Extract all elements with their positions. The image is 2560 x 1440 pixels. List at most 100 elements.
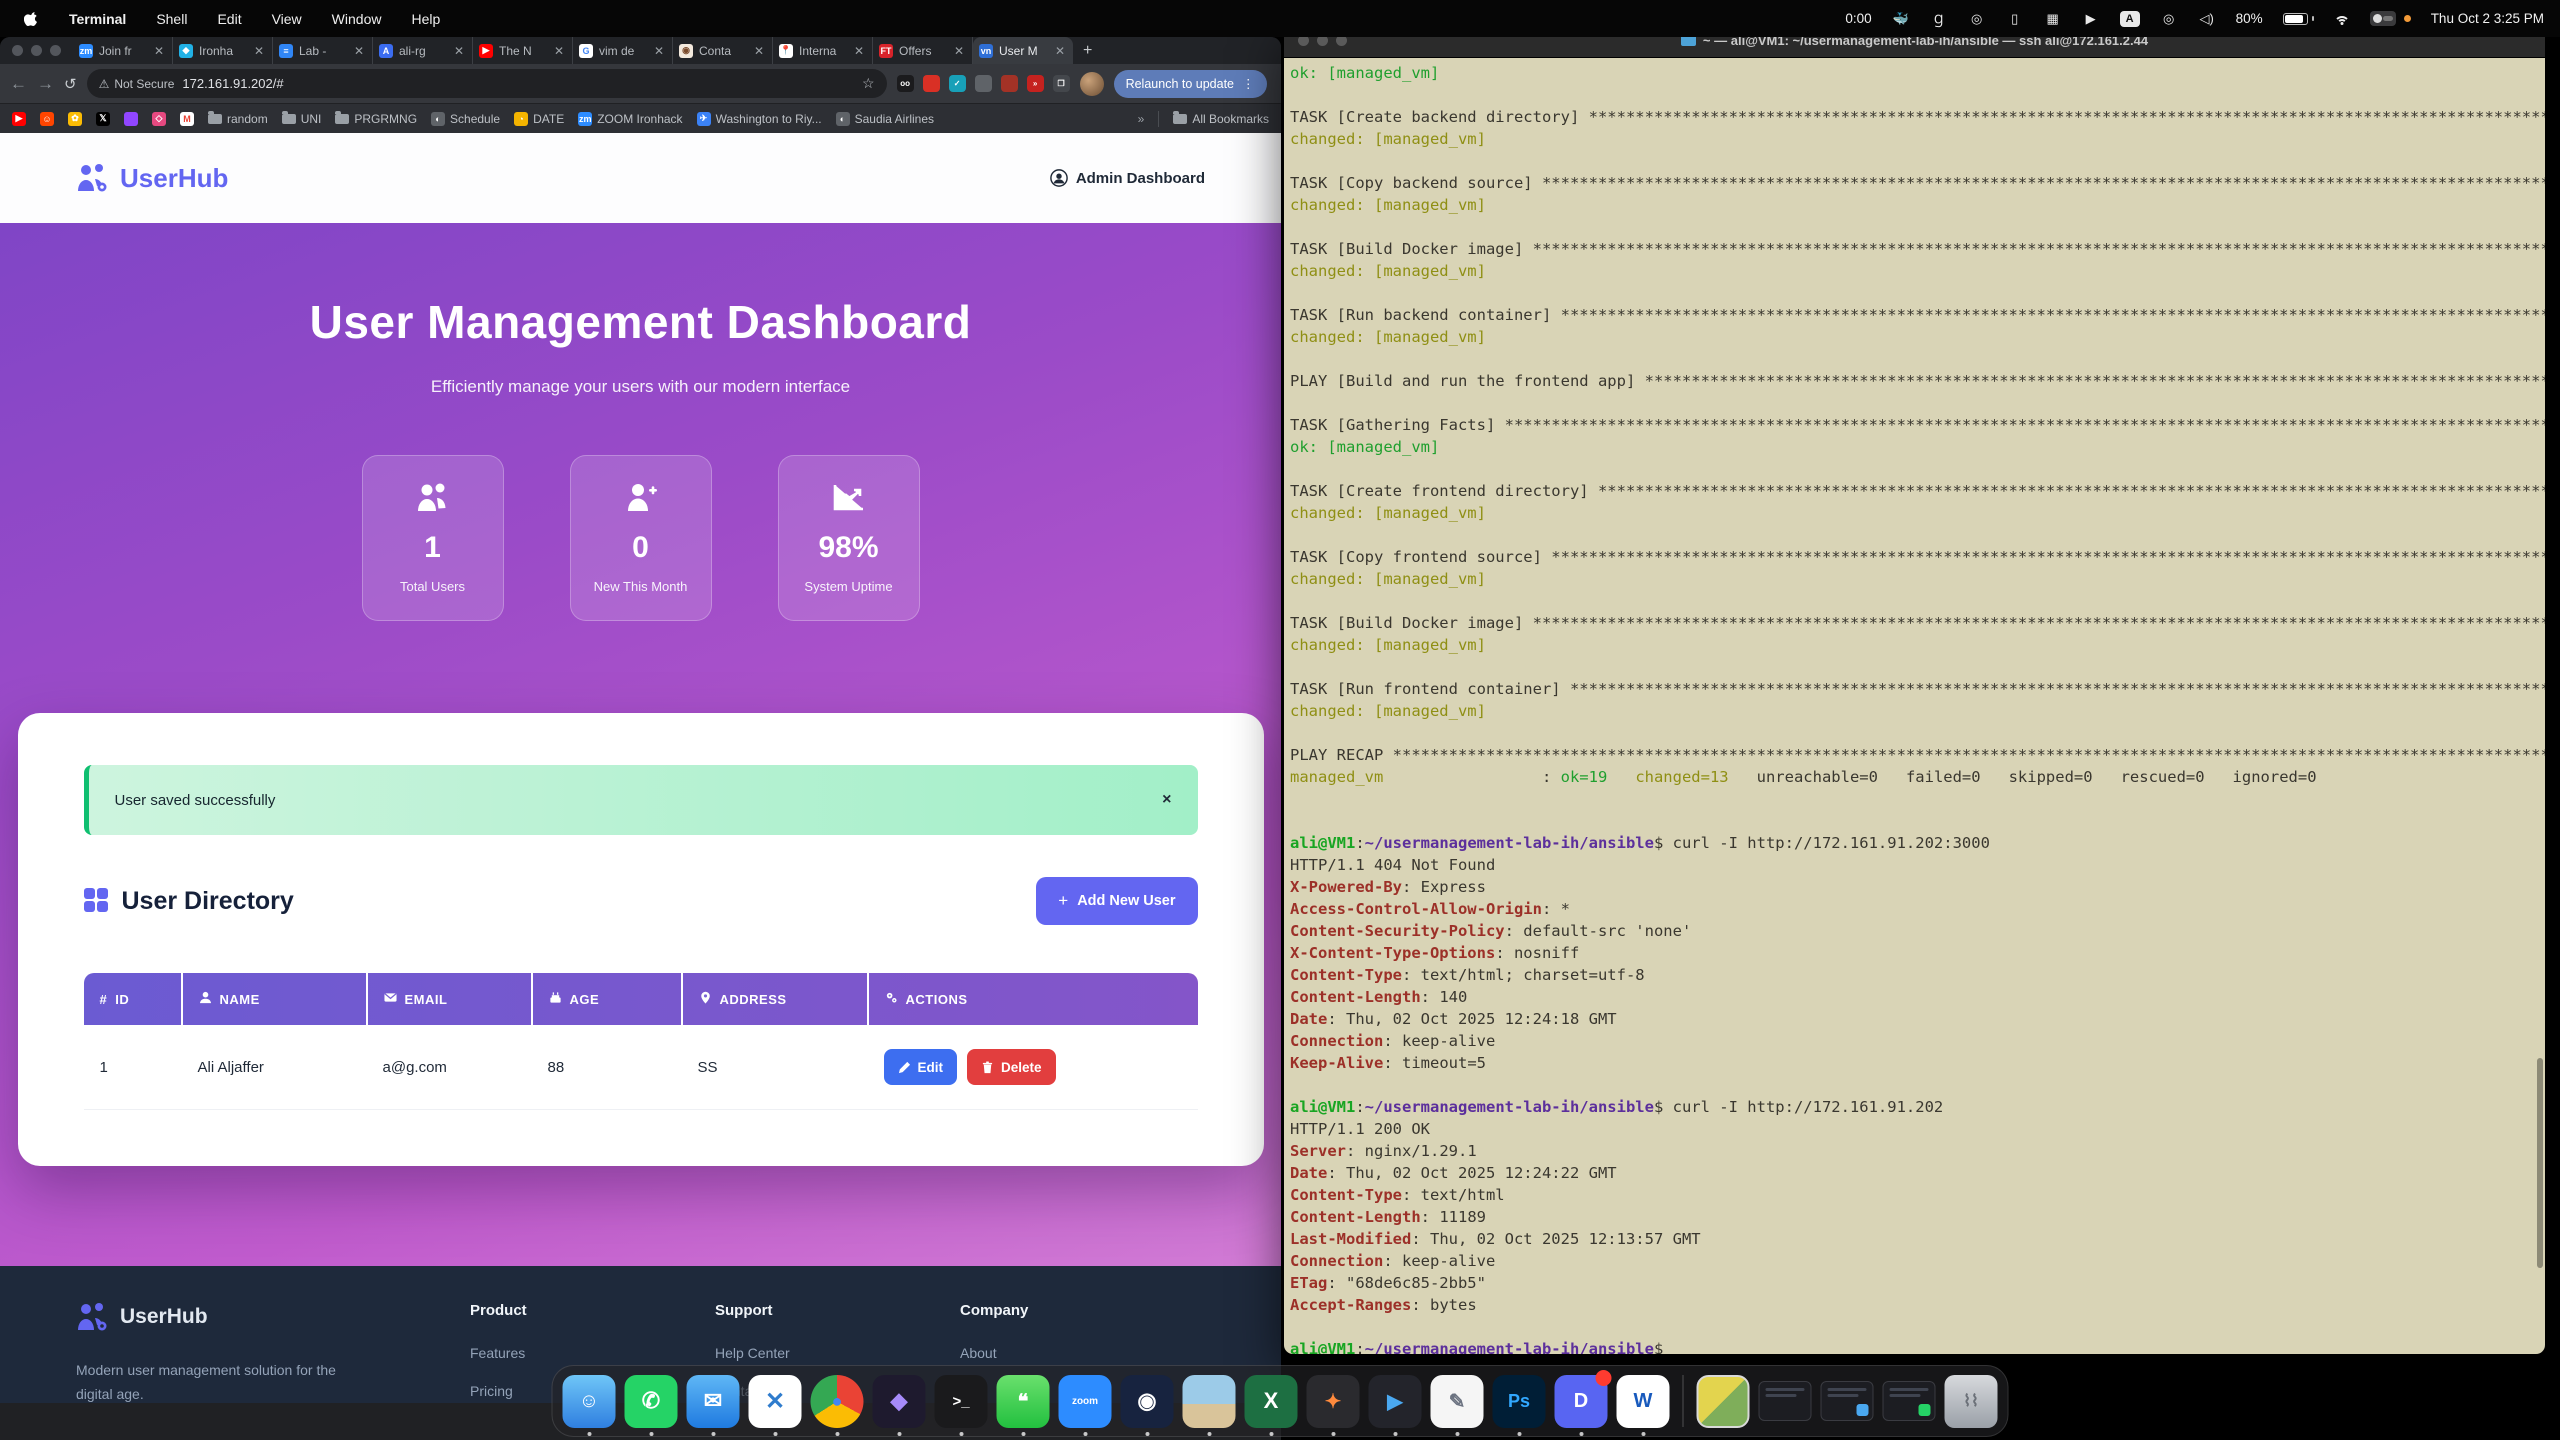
dock-excel[interactable]: X [1245, 1375, 1298, 1428]
bookmark-uni[interactable]: UNI [282, 112, 322, 126]
red-circle-extension-icon[interactable] [923, 75, 940, 92]
bookmarks-overflow-chevron[interactable]: » [1138, 112, 1145, 126]
tab-close-icon[interactable]: ✕ [252, 44, 266, 58]
browser-tab-ironha[interactable]: ◆Ironha✕ [173, 37, 273, 64]
forward-button[interactable]: → [37, 74, 54, 94]
bookmark-prgrmng[interactable]: PRGRMNG [335, 112, 417, 126]
dock-photoshop[interactable]: Ps [1493, 1375, 1546, 1428]
bookmark-washington-to-riy-[interactable]: ✈Washington to Riy... [697, 112, 822, 126]
dock-downloads-stack[interactable] [1697, 1375, 1750, 1428]
browser-menu-kebab-icon[interactable]: ⋮ [1242, 76, 1255, 91]
reddit-bookmark[interactable]: ☺ [40, 112, 54, 126]
terminal-content[interactable]: ok: [managed_vm] TASK [Create backend di… [1284, 58, 2545, 1355]
tab-close-icon[interactable]: ✕ [752, 44, 766, 58]
ghub-menu-icon[interactable]: Ɡ [1930, 12, 1948, 26]
bookmark-date[interactable]: ◔DATE [514, 112, 564, 126]
twitch-bookmark[interactable] [124, 112, 138, 126]
edit-button[interactable]: Edit [884, 1049, 958, 1085]
menu-item-app[interactable]: Terminal [69, 11, 126, 27]
not-secure-badge[interactable]: ⚠Not Secure [99, 77, 175, 91]
dock-finder[interactable]: ☺ [563, 1375, 616, 1428]
tab-close-icon[interactable]: ✕ [952, 44, 966, 58]
profile-avatar[interactable] [1080, 72, 1104, 96]
tab-close-icon[interactable]: ✕ [652, 44, 666, 58]
dock-word[interactable]: W [1617, 1375, 1670, 1428]
add-new-user-button[interactable]: + Add New User [1036, 877, 1197, 925]
dock-minimized-window-3[interactable] [1883, 1381, 1936, 1421]
dock-davinci-resolve[interactable]: ✦ [1307, 1375, 1360, 1428]
bookmark-saudia-airlines[interactable]: ◐Saudia Airlines [836, 112, 934, 126]
menu-clock[interactable]: Thu Oct 2 3:25 PM [2431, 11, 2544, 26]
docker-menu-icon[interactable]: 🐳 [1892, 12, 1910, 26]
dock-whatsapp[interactable]: ✆ [625, 1375, 678, 1428]
bookmark-schedule[interactable]: ◐Schedule [431, 112, 500, 126]
menu-item-view[interactable]: View [272, 11, 302, 27]
teal-extension-icon[interactable]: ✓ [949, 75, 966, 92]
dock-mail[interactable]: ✉ [687, 1375, 740, 1428]
wifi-icon[interactable] [2334, 13, 2350, 25]
dock-vscode[interactable]: ✕ [749, 1375, 802, 1428]
browser-tab-ali-rg[interactable]: Aali-rg✕ [373, 37, 473, 64]
menu-item-window[interactable]: Window [332, 11, 382, 27]
password-extension-icon[interactable]: oo [897, 75, 914, 92]
dock-photo-app[interactable] [1183, 1375, 1236, 1428]
screen-record-menu-icon[interactable]: ▶ [2082, 12, 2100, 26]
dock-zoom-app[interactable]: zoom [1059, 1375, 1112, 1428]
tab-close-icon[interactable]: ✕ [152, 44, 166, 58]
reload-button[interactable]: ↺ [64, 75, 77, 93]
browser-tab-conta[interactable]: ◉Conta✕ [673, 37, 773, 64]
footer-link-features[interactable]: Features [470, 1345, 715, 1361]
stage-manager-menu-icon[interactable]: ▦ [2044, 12, 2062, 26]
site-logo[interactable]: UserHub [76, 163, 228, 194]
dock-textedit[interactable]: ✎ [1431, 1375, 1484, 1428]
bookmark-random[interactable]: random [208, 112, 268, 126]
relaunch-to-update-button[interactable]: Relaunch to update ⋮ [1114, 70, 1267, 98]
browser-tab-vim-de[interactable]: Gvim de✕ [573, 37, 673, 64]
zoom-window-button[interactable] [50, 45, 61, 56]
url-text[interactable]: 172.161.91.202/# [182, 76, 283, 91]
bookmark-zoom-ironhack[interactable]: zmZOOM Ironhack [578, 112, 682, 126]
back-button[interactable]: ← [10, 74, 27, 94]
bookmark-star-icon[interactable]: ☆ [862, 75, 875, 92]
screen-mirroring-menu-icon[interactable]: ◎ [2160, 12, 2178, 26]
dock-messages[interactable]: ❝ [997, 1375, 1050, 1428]
photos-bookmark[interactable]: ✿ [68, 112, 82, 126]
admin-dashboard-link[interactable]: Admin Dashboard [1050, 169, 1205, 187]
all-bookmarks-button[interactable]: All Bookmarks [1173, 112, 1269, 126]
tab-close-icon[interactable]: ✕ [452, 44, 466, 58]
apple-menu-icon[interactable] [24, 10, 39, 28]
tab-close-icon[interactable]: ✕ [552, 44, 566, 58]
dock-minimized-window-1[interactable] [1759, 1381, 1812, 1421]
shield-extension-icon[interactable] [1001, 75, 1018, 92]
x-bookmark[interactable]: 𝕏 [96, 112, 110, 126]
panel-extension-icon[interactable]: ❒ [1053, 75, 1070, 92]
menu-item-edit[interactable]: Edit [217, 11, 241, 27]
sketch-bookmark[interactable]: ◇ [152, 112, 166, 126]
dock-obsidian[interactable]: ◆ [873, 1375, 926, 1428]
control-center-icon[interactable] [2370, 11, 2396, 26]
iphone-mirroring-menu-icon[interactable]: ▯ [2006, 12, 2024, 26]
browser-tab-lab-[interactable]: ≡Lab -✕ [273, 37, 373, 64]
browser-tab-interna[interactable]: 📍Interna✕ [773, 37, 873, 64]
tab-close-icon[interactable]: ✕ [1053, 44, 1067, 58]
tab-close-icon[interactable]: ✕ [352, 44, 366, 58]
tab-close-icon[interactable]: ✕ [852, 44, 866, 58]
red-badge-extension-icon[interactable]: » [1027, 75, 1044, 92]
window-controls[interactable] [0, 45, 73, 56]
close-window-button[interactable] [12, 45, 23, 56]
browser-tab-offers[interactable]: FTOffers✕ [873, 37, 973, 64]
input-source-badge[interactable]: A [2120, 11, 2140, 27]
creative-cloud-menu-icon[interactable]: ◎ [1968, 12, 1986, 26]
new-tab-button[interactable]: + [1073, 42, 1102, 60]
dock-trash[interactable]: ⌇⌇ [1945, 1375, 1998, 1428]
gray-extension-icon[interactable] [975, 75, 992, 92]
battery-icon[interactable] [2283, 13, 2314, 25]
dock-terminal-app[interactable]: >_ [935, 1375, 988, 1428]
dock-chrome[interactable]: ● [811, 1375, 864, 1428]
dock-steam[interactable]: ◉ [1121, 1375, 1174, 1428]
toast-close-button[interactable]: × [1162, 791, 1171, 809]
browser-tab-user-m[interactable]: vnUser M✕ [973, 37, 1073, 64]
youtube-bookmark[interactable]: ▶ [12, 112, 26, 126]
dock-discord[interactable]: D [1555, 1375, 1608, 1428]
footer-link-about[interactable]: About [960, 1345, 1205, 1361]
